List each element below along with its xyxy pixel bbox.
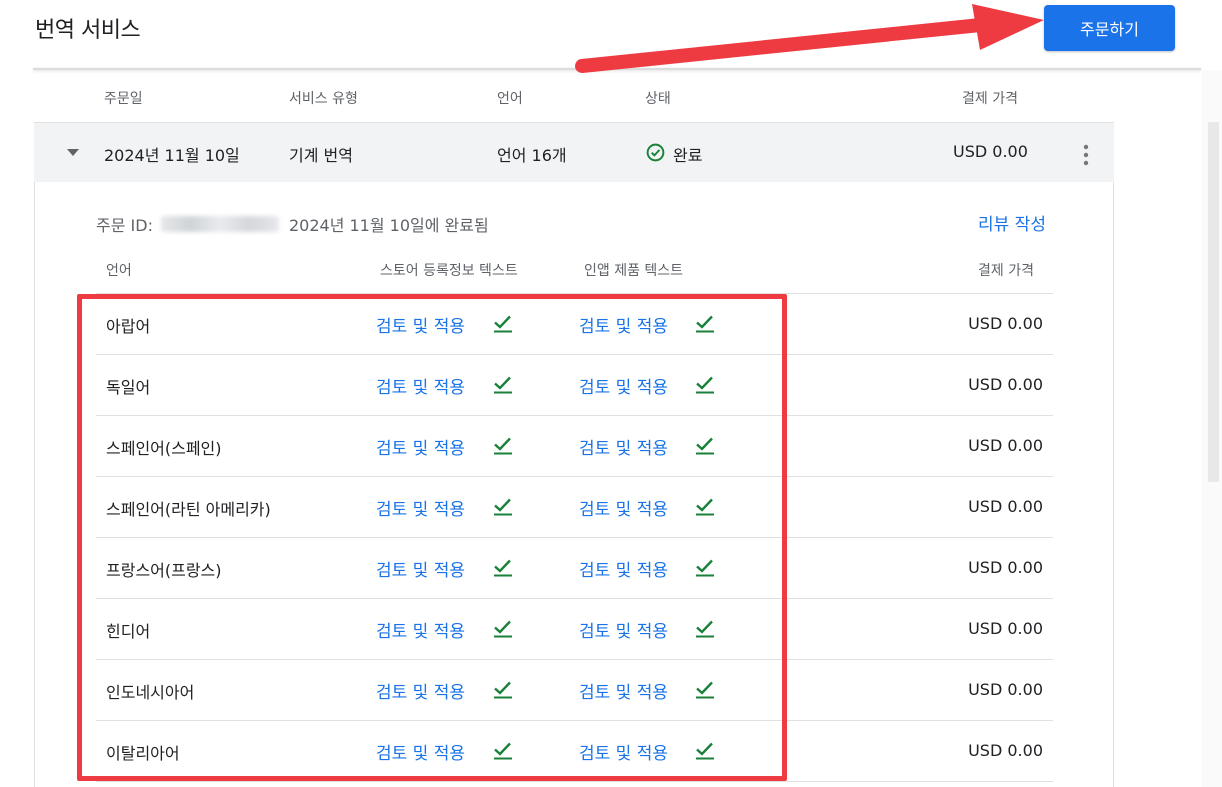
language-row: 스페인어(라틴 아메리카) 검토 및 적용 검토 및 적용 USD 0.00 — [96, 477, 1053, 538]
order-id-label: 주문 ID: — [96, 216, 153, 235]
check-underline-icon — [493, 559, 513, 577]
inapp-review-apply-link[interactable]: 검토 및 적용 — [579, 617, 668, 642]
language-row: 스페인어(스페인) 검토 및 적용 검토 및 적용 USD 0.00 — [96, 416, 1053, 477]
inapp-review-apply-link[interactable]: 검토 및 적용 — [579, 678, 668, 703]
language-name: 프랑스어(프랑스) — [106, 561, 222, 580]
store-review-apply-link[interactable]: 검토 및 적용 — [376, 495, 465, 520]
order-info: 주문 ID: 2024년 11월 10일에 완료됨 — [96, 212, 489, 236]
order-row[interactable]: 2024년 11월 10일 기계 번역 언어 16개 완료 USD 0.00 — [34, 122, 1114, 182]
store-review-apply-link[interactable]: 검토 및 적용 — [376, 678, 465, 703]
language-name: 인도네시아어 — [106, 683, 195, 702]
language-price: USD 0.00 — [968, 680, 1043, 699]
check-underline-icon — [695, 559, 715, 577]
language-name: 독일어 — [106, 378, 151, 397]
column-header-status: 상태 — [645, 91, 671, 107]
check-underline-icon — [493, 681, 513, 699]
translation-service-page: 번역 서비스 주문하기 주문일 서비스 유형 언어 상태 결제 가격 2024년… — [0, 0, 1222, 787]
language-price: USD 0.00 — [968, 375, 1043, 394]
check-underline-icon — [493, 498, 513, 516]
check-underline-icon — [493, 437, 513, 455]
language-row: 인도네시아어 검토 및 적용 검토 및 적용 USD 0.00 — [96, 660, 1053, 721]
inapp-review-apply-link[interactable]: 검토 및 적용 — [579, 495, 668, 520]
language-name: 아랍어 — [106, 317, 151, 336]
store-review-apply-link[interactable]: 검토 및 적용 — [376, 556, 465, 581]
check-underline-icon — [493, 620, 513, 638]
header-divider — [33, 68, 1201, 70]
language-price: USD 0.00 — [968, 436, 1043, 455]
detail-header-inapp-text: 인앱 제품 텍스트 — [584, 263, 684, 279]
check-circle-icon — [646, 143, 665, 162]
language-row: 힌디어 검토 및 적용 검토 및 적용 USD 0.00 — [96, 599, 1053, 660]
check-underline-icon — [493, 742, 513, 760]
language-name: 스페인어(라틴 아메리카) — [106, 500, 271, 519]
order-date: 2024년 11월 10일 — [104, 146, 240, 165]
language-row: 프랑스어(프랑스) 검토 및 적용 검토 및 적용 USD 0.00 — [96, 538, 1053, 599]
detail-header-price: 결제 가격 — [978, 263, 1034, 279]
write-review-link[interactable]: 리뷰 작성 — [978, 210, 1046, 235]
order-completed-text: 2024년 11월 10일에 완료됨 — [288, 216, 489, 235]
check-underline-icon — [695, 498, 715, 516]
language-name: 스페인어(스페인) — [106, 439, 222, 458]
check-underline-icon — [695, 742, 715, 760]
store-review-apply-link[interactable]: 검토 및 적용 — [376, 373, 465, 398]
language-row: 이탈리아어 검토 및 적용 검토 및 적용 USD 0.00 — [96, 721, 1053, 782]
arrow-drop-down-icon[interactable] — [67, 149, 79, 156]
order-price: USD 0.00 — [953, 142, 1028, 161]
column-header-price: 결제 가격 — [962, 91, 1018, 107]
scrollbar-thumb[interactable] — [1208, 122, 1219, 482]
language-price: USD 0.00 — [968, 497, 1043, 516]
language-name: 이탈리아어 — [106, 744, 180, 763]
detail-header-language: 언어 — [106, 263, 132, 279]
service-type: 기계 번역 — [289, 146, 353, 165]
inapp-review-apply-link[interactable]: 검토 및 적용 — [579, 739, 668, 764]
order-button[interactable]: 주문하기 — [1044, 5, 1175, 51]
check-underline-icon — [695, 437, 715, 455]
check-underline-icon — [695, 376, 715, 394]
check-underline-icon — [695, 620, 715, 638]
more-vert-icon[interactable] — [1080, 143, 1092, 167]
page-title: 번역 서비스 — [35, 18, 141, 43]
status-text: 완료 — [673, 146, 703, 165]
language-name: 힌디어 — [106, 622, 151, 641]
inapp-review-apply-link[interactable]: 검토 및 적용 — [579, 312, 668, 337]
store-review-apply-link[interactable]: 검토 및 적용 — [376, 617, 465, 642]
store-review-apply-link[interactable]: 검토 및 적용 — [376, 739, 465, 764]
language-price: USD 0.00 — [968, 558, 1043, 577]
column-header-service-type: 서비스 유형 — [289, 91, 358, 107]
order-id-redacted — [160, 216, 279, 232]
check-underline-icon — [695, 681, 715, 699]
check-underline-icon — [695, 315, 715, 333]
store-review-apply-link[interactable]: 검토 및 적용 — [376, 312, 465, 337]
language-price: USD 0.00 — [968, 619, 1043, 638]
column-header-order-date: 주문일 — [104, 91, 143, 107]
language-row: 독일어 검토 및 적용 검토 및 적용 USD 0.00 — [96, 355, 1053, 416]
language-row: 아랍어 검토 및 적용 검토 및 적용 USD 0.00 — [96, 294, 1053, 355]
inapp-review-apply-link[interactable]: 검토 및 적용 — [579, 373, 668, 398]
detail-header-store-text: 스토어 등록정보 텍스트 — [380, 263, 518, 279]
language-price: USD 0.00 — [968, 741, 1043, 760]
language-count: 언어 16개 — [497, 146, 567, 165]
check-underline-icon — [493, 315, 513, 333]
inapp-review-apply-link[interactable]: 검토 및 적용 — [579, 556, 668, 581]
language-price: USD 0.00 — [968, 314, 1043, 333]
store-review-apply-link[interactable]: 검토 및 적용 — [376, 434, 465, 459]
column-header-language: 언어 — [497, 91, 523, 107]
check-underline-icon — [493, 376, 513, 394]
inapp-review-apply-link[interactable]: 검토 및 적용 — [579, 434, 668, 459]
